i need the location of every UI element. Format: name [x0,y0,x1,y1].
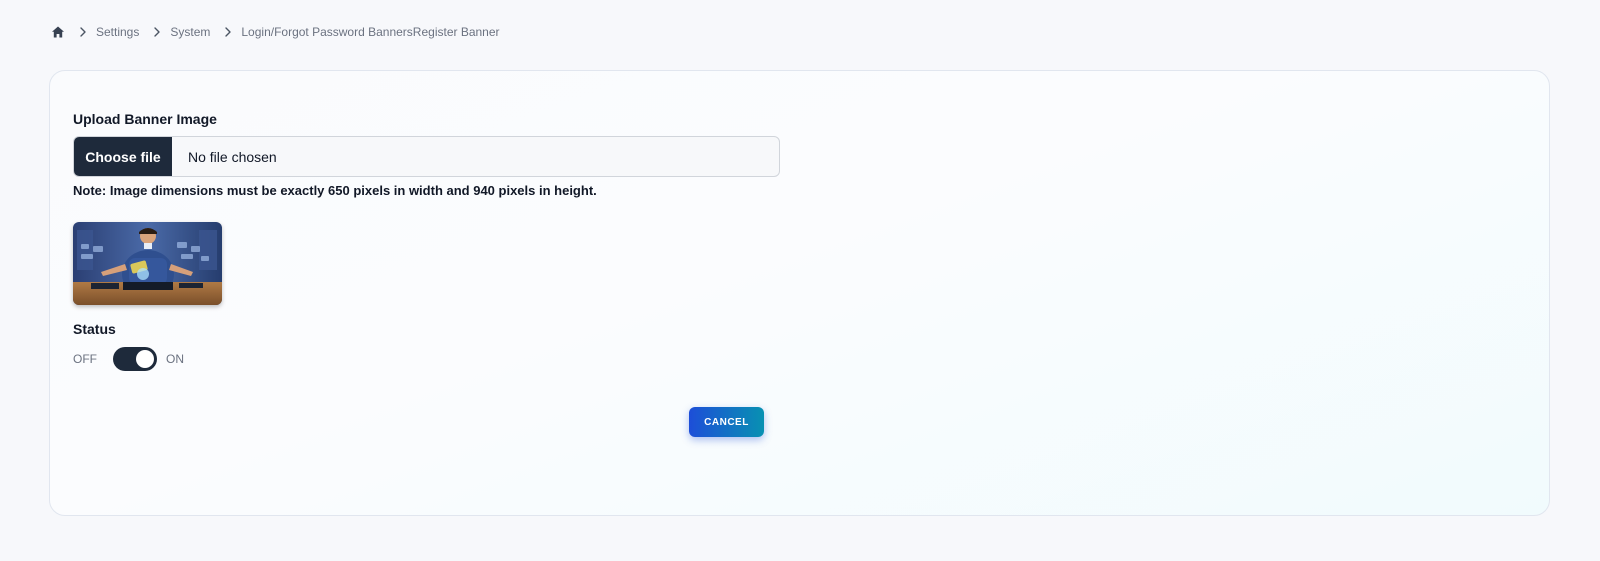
status-toggle-switch[interactable] [113,347,157,371]
breadcrumb: Settings System Login/Forgot Password Ba… [51,24,500,40]
chevron-right-icon [76,25,90,39]
dimension-note: Note: Image dimensions must be exactly 6… [73,183,597,198]
home-icon[interactable] [51,25,65,39]
toggle-on-label: ON [166,352,184,366]
upload-banner-label: Upload Banner Image [73,111,217,127]
banner-preview-image [73,222,222,305]
file-status-text: No file chosen [188,148,277,165]
chevron-right-icon [150,25,164,39]
chevron-right-icon [221,25,235,39]
file-input[interactable]: Choose file No file chosen [73,136,780,177]
status-label: Status [73,321,116,337]
status-toggle-group: OFF ON [73,347,184,371]
toggle-knob [136,350,154,368]
banner-form-card: Upload Banner Image Choose file No file … [49,70,1550,516]
breadcrumb-system[interactable]: System [170,25,210,39]
cancel-button[interactable]: CANCEL [689,407,764,437]
breadcrumb-current-page: Login/Forgot Password BannersRegister Ba… [241,25,500,39]
choose-file-button[interactable]: Choose file [74,137,172,176]
breadcrumb-settings[interactable]: Settings [96,25,139,39]
toggle-off-label: OFF [73,352,97,366]
